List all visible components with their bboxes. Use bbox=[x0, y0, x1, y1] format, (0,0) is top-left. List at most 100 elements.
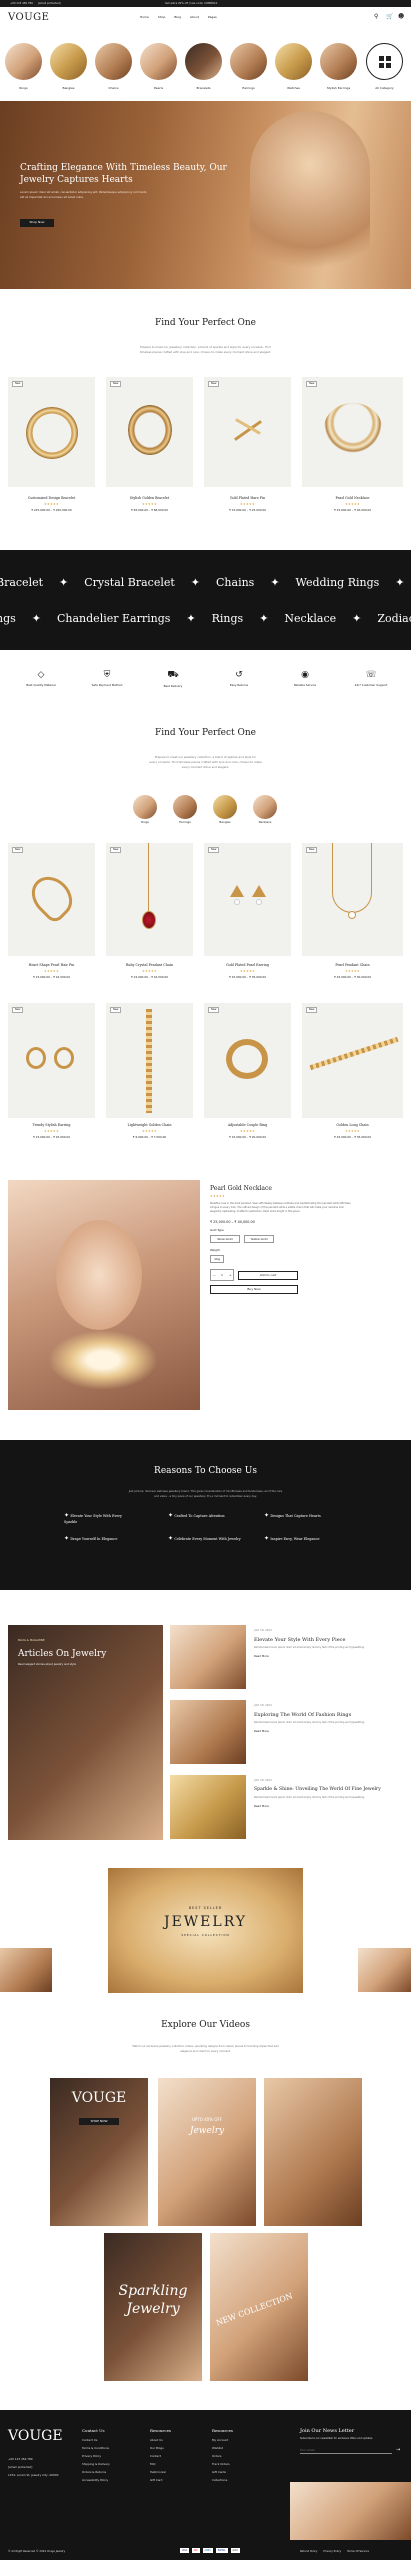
logo[interactable]: VOUGE bbox=[8, 12, 49, 24]
option-rose-gold[interactable]: Rose Gold bbox=[210, 1235, 240, 1243]
footer-phone[interactable]: +00 123 456 789 bbox=[8, 2457, 33, 2461]
read-more-link[interactable]: Read More bbox=[254, 1729, 269, 1733]
product-card[interactable]: New bbox=[106, 843, 193, 956]
footer-email[interactable]: [email protected] bbox=[8, 2465, 32, 2469]
nav-pages[interactable]: Pages bbox=[208, 15, 217, 19]
feature-label: Best Delivery bbox=[163, 684, 183, 688]
product-name[interactable]: Heart Shape Pearl Hair Pin bbox=[8, 963, 95, 968]
nav-home[interactable]: Home bbox=[140, 15, 149, 19]
footer-link[interactable]: Orders bbox=[212, 2454, 233, 2458]
marquee-item: ngs bbox=[0, 612, 16, 625]
topbar-phone[interactable]: +00 123 456 789 bbox=[10, 2, 33, 5]
read-more-link[interactable]: Read More bbox=[254, 1804, 269, 1808]
product-name[interactable]: Customized Design Bracelet bbox=[8, 496, 95, 501]
footer-link[interactable]: Contact Us bbox=[82, 2438, 110, 2442]
nav-about[interactable]: About bbox=[190, 15, 199, 19]
hero-subtitle-line2: elit at imperdiet dui accumsan sit amet … bbox=[20, 195, 84, 199]
product-card[interactable]: New bbox=[204, 843, 291, 956]
product-card[interactable]: New bbox=[106, 1003, 193, 1118]
footer-link[interactable]: Testimonial bbox=[150, 2470, 171, 2474]
product-name[interactable]: Gold Plated Pearl Earring bbox=[204, 963, 291, 968]
product-card[interactable]: New bbox=[302, 377, 403, 487]
add-to-cart-button[interactable]: Add to cart bbox=[238, 1271, 298, 1280]
footer-link[interactable]: Wishlist bbox=[212, 2446, 233, 2450]
qty-minus[interactable]: − bbox=[213, 1273, 216, 1277]
privacy-policy-link[interactable]: Privacy Policy bbox=[323, 2550, 341, 2553]
feature-label: Easy Returns bbox=[229, 683, 249, 687]
product-name[interactable]: Lightweight Golden Chain bbox=[106, 1123, 193, 1128]
video-shop-button[interactable]: SHOP NOW bbox=[79, 2118, 119, 2125]
weight-option[interactable]: 10g bbox=[210, 1255, 224, 1263]
footer-link[interactable]: Contact bbox=[150, 2454, 171, 2458]
video-overlay-text: Jewelry bbox=[126, 2301, 180, 2317]
blog-post[interactable]: JULY 18, 2024 Sparkle & Shine: Unveiling… bbox=[170, 1775, 405, 1839]
product-name[interactable]: Pearl Pendant Chain bbox=[302, 963, 403, 968]
refund-policy-link[interactable]: Refund Policy bbox=[300, 2550, 317, 2553]
best-seller-banner[interactable]: BEST SELLER JEWELRY SPECIAL COLLECTION bbox=[108, 1868, 303, 1993]
newsletter-submit-button[interactable]: → bbox=[396, 2447, 400, 2453]
product-card[interactable]: New bbox=[106, 377, 193, 487]
product-card[interactable]: New bbox=[8, 843, 95, 956]
qty-plus[interactable]: + bbox=[229, 1273, 232, 1277]
product-card[interactable]: New bbox=[302, 843, 403, 956]
footer-link[interactable]: FAQ bbox=[150, 2462, 171, 2466]
footer-link[interactable]: Gift Card bbox=[150, 2478, 171, 2482]
video-card[interactable] bbox=[264, 2078, 362, 2226]
option-yellow-gold[interactable]: Yellow Gold bbox=[244, 1235, 274, 1243]
footer-link[interactable]: Our Blogs bbox=[150, 2446, 171, 2450]
product-image bbox=[332, 843, 372, 913]
hero-shop-button[interactable]: Shop Now bbox=[20, 219, 54, 227]
blog-post[interactable]: JULY 18, 2024 Elevate Your Style With Ev… bbox=[170, 1625, 405, 1689]
footer-link[interactable]: Collections bbox=[212, 2478, 233, 2482]
video-card[interactable]: NEW COLLECTION bbox=[210, 2233, 308, 2381]
footer-link[interactable]: My Account bbox=[212, 2438, 233, 2442]
read-more-link[interactable]: Read More bbox=[254, 1654, 269, 1658]
product-name[interactable]: Stylish Golden Bracelet bbox=[106, 496, 193, 501]
blog-feature-card[interactable]: BLOG & MAGAZINE Articles On Jewelry Read… bbox=[8, 1625, 163, 1840]
product-name[interactable]: Adjustable Couple Ring bbox=[204, 1123, 291, 1128]
product-card[interactable]: New bbox=[302, 1003, 403, 1118]
nav-shop[interactable]: Shop bbox=[158, 15, 166, 19]
newsletter-email-input[interactable] bbox=[300, 2446, 392, 2454]
video-card[interactable]: Sparkling Jewelry bbox=[104, 2233, 202, 2381]
nav-blog[interactable]: Blog bbox=[174, 15, 181, 19]
product-card[interactable]: New bbox=[8, 1003, 95, 1118]
category-marquee: Bracelet ✦ Crystal Bracelet ✦ Chains ✦ Wedd… bbox=[0, 550, 411, 650]
footer-link[interactable]: Accessibility Policy bbox=[82, 2478, 110, 2482]
quantity-stepper[interactable]: − 1 + bbox=[210, 1269, 234, 1281]
feature-label: Reliable Service bbox=[293, 683, 317, 687]
cart-icon[interactable]: 🛒 bbox=[386, 13, 393, 20]
product-name[interactable]: Ruby Crystal Pendant Chain bbox=[106, 963, 193, 968]
video-card[interactable]: UPTO 40% OFF Jewelry bbox=[158, 2078, 256, 2226]
footer-link[interactable]: Gift Cards bbox=[212, 2470, 233, 2474]
topbar-email[interactable]: [email protected] bbox=[38, 2, 61, 5]
footer-link[interactable]: Orders & Returns bbox=[82, 2470, 110, 2474]
video-card[interactable]: VOUGE SHOP NOW bbox=[50, 2078, 148, 2226]
product-name[interactable]: Golden Long Chain bbox=[302, 1123, 403, 1128]
new-badge: New bbox=[12, 1007, 24, 1013]
footer-link[interactable]: About Us bbox=[150, 2438, 171, 2442]
tab-rings[interactable]: Rings bbox=[132, 795, 158, 824]
user-icon[interactable]: ☻ bbox=[398, 13, 404, 20]
product-name[interactable]: Trendy Stylish Earring bbox=[8, 1123, 95, 1128]
buy-now-button[interactable]: Buy Now bbox=[210, 1285, 298, 1294]
tab-bangles[interactable]: Bangles bbox=[212, 795, 238, 824]
footer-link[interactable]: Shipping & Delivery bbox=[82, 2462, 110, 2466]
tab-earrings[interactable]: Earrings bbox=[172, 795, 198, 824]
footer-logo[interactable]: VOUGE bbox=[8, 2428, 63, 2445]
new-badge: New bbox=[12, 381, 24, 387]
terms-link[interactable]: Terms Of Service bbox=[347, 2550, 369, 2553]
footer-link[interactable]: Privacy Policy bbox=[82, 2454, 110, 2458]
tab-necklace[interactable]: Necklace bbox=[252, 795, 278, 824]
product-name[interactable]: Pearl Gold Necklace bbox=[302, 496, 403, 501]
category-label: Chains bbox=[108, 86, 119, 90]
product-name[interactable]: Gold Plated Hare Pin bbox=[204, 496, 291, 501]
product-card[interactable]: New bbox=[8, 377, 95, 487]
footer-link[interactable]: Terms & Conditions bbox=[82, 2446, 110, 2450]
search-icon[interactable]: ⚲ bbox=[374, 13, 378, 20]
product-card[interactable]: New bbox=[204, 1003, 291, 1118]
footer-link[interactable]: Track Orders bbox=[212, 2462, 233, 2466]
product-card[interactable]: New bbox=[204, 377, 291, 487]
blog-post[interactable]: JULY 18, 2024 Exploring The World Of Fas… bbox=[170, 1700, 405, 1764]
reason-item: Drape Yourself In Elegance bbox=[70, 1537, 118, 1541]
